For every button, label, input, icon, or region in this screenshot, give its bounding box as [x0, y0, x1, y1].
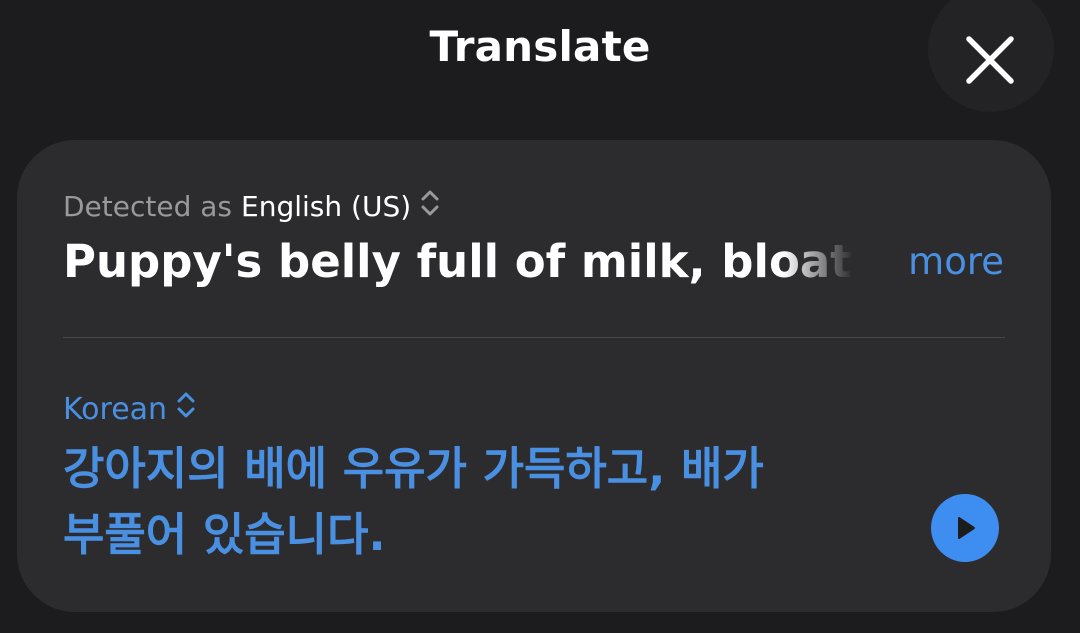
translation-card: Detected as English (US) Puppy's belly f…	[17, 140, 1051, 612]
close-icon	[966, 36, 1014, 84]
detected-label: Detected as	[63, 190, 233, 223]
more-link[interactable]: more	[908, 240, 1004, 283]
translated-text-line: 부풀어 있습니다.	[63, 508, 386, 561]
target-language-selector[interactable]: Korean	[63, 390, 196, 428]
source-language-selector[interactable]: Detected as English (US)	[63, 188, 440, 225]
chevron-up-down-icon	[420, 188, 440, 225]
translated-text[interactable]: 강아지의 배에 우유가 가득하고, 배가 부풀어 있습니다.	[63, 436, 863, 568]
translated-text-line: 강아지의 배에 우유가 가득하고, 배가	[63, 442, 764, 495]
chevron-up-down-icon	[176, 390, 196, 428]
play-icon	[958, 517, 975, 539]
divider	[63, 337, 1005, 338]
play-button[interactable]	[931, 494, 999, 562]
source-language-label: English (US)	[241, 190, 412, 223]
page-title: Translate	[429, 22, 651, 71]
target-language-label: Korean	[63, 391, 168, 427]
close-button[interactable]	[928, 0, 1054, 112]
source-text[interactable]: Puppy's belly full of milk, bloated	[63, 235, 853, 288]
